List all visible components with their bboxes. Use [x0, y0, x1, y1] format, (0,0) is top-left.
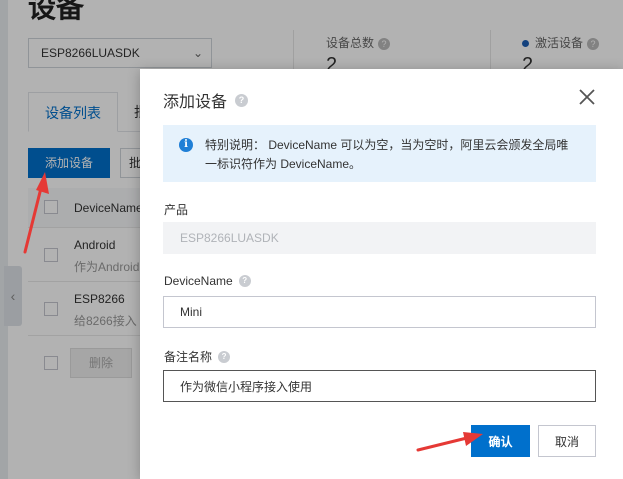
close-icon[interactable]: [577, 87, 597, 107]
info-icon: i: [179, 138, 193, 152]
remark-label-text: 备注名称: [164, 350, 213, 364]
remark-label: 备注名称 ?: [164, 348, 231, 365]
devicename-label: DeviceName ?: [164, 274, 251, 288]
dialog-title: 添加设备 ?: [163, 88, 249, 112]
cancel-button[interactable]: 取消: [538, 425, 596, 457]
devicename-input[interactable]: [163, 296, 596, 328]
dialog-title-text: 添加设备: [163, 94, 228, 111]
help-icon[interactable]: ?: [238, 275, 251, 287]
confirm-button[interactable]: 确认: [471, 425, 530, 457]
product-label: 产品: [164, 201, 188, 218]
help-icon[interactable]: ?: [235, 93, 249, 107]
product-field: [163, 222, 596, 254]
devicename-label-text: DeviceName: [164, 274, 233, 288]
help-icon[interactable]: ?: [218, 350, 231, 363]
notice-text: 特别说明： DeviceName 可以为空，当为空时，阿里云会颁发全局唯一标识符…: [205, 138, 569, 171]
remark-input[interactable]: [163, 370, 596, 402]
product-label-text: 产品: [164, 203, 189, 217]
add-device-dialog: 添加设备 ? i 特别说明： DeviceName 可以为空，当为空时，阿里云会…: [140, 69, 623, 479]
notice-banner: i 特别说明： DeviceName 可以为空，当为空时，阿里云会颁发全局唯一标…: [163, 125, 596, 182]
